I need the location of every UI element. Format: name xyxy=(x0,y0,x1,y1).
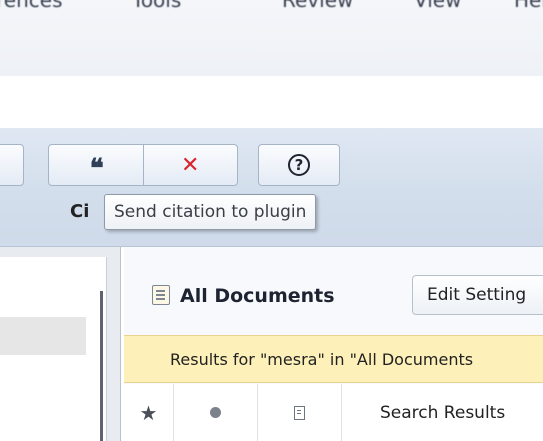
menu-item-references[interactable]: rences xyxy=(0,0,62,12)
sidebar-selected-item[interactable] xyxy=(0,317,86,355)
document-list-icon xyxy=(152,285,170,305)
favorite-star-icon[interactable]: ★ xyxy=(124,384,174,441)
ribbon-spacer xyxy=(0,76,543,128)
help-button[interactable]: ? xyxy=(258,144,340,186)
file-icon xyxy=(294,405,305,420)
menu-item-help[interactable]: Help xyxy=(514,0,543,12)
row-title: Search Results xyxy=(380,402,506,423)
help-icon: ? xyxy=(288,154,310,176)
tooltip: Send citation to plugin xyxy=(104,194,317,230)
menu-item-review[interactable]: Review xyxy=(282,0,353,12)
remove-icon: ✕ xyxy=(181,152,200,178)
sidebar-list xyxy=(0,257,107,441)
toolbar-button-previous[interactable] xyxy=(0,144,24,186)
collections-sidebar xyxy=(0,247,121,441)
panel-splitter[interactable] xyxy=(100,291,103,441)
citation-button-group: ❝ ✕ xyxy=(48,144,238,186)
remove-citation-button[interactable]: ✕ xyxy=(144,145,238,185)
menu-item-view[interactable]: View xyxy=(414,0,461,12)
documents-panel: All Documents Edit Setting Results for "… xyxy=(124,247,543,441)
menu-item-tools[interactable]: Tools xyxy=(132,0,181,12)
read-status-cell[interactable] xyxy=(174,384,258,441)
edit-settings-button[interactable]: Edit Setting xyxy=(412,275,543,315)
quote-icon: ❝ xyxy=(89,154,104,184)
read-status-dot-icon xyxy=(210,407,221,418)
search-results-banner: Results for "mesra" in "All Documents xyxy=(124,335,543,383)
documents-header: All Documents Edit Setting xyxy=(124,275,543,315)
file-attachment-cell[interactable] xyxy=(258,384,342,441)
page-title: All Documents xyxy=(180,285,335,307)
table-row[interactable]: ★ Search Results xyxy=(124,384,543,441)
menu-bar: rences Tools Review View Help xyxy=(0,0,543,76)
citation-group-label: Ci xyxy=(70,201,90,222)
insert-citation-button[interactable]: ❝ xyxy=(49,145,143,185)
